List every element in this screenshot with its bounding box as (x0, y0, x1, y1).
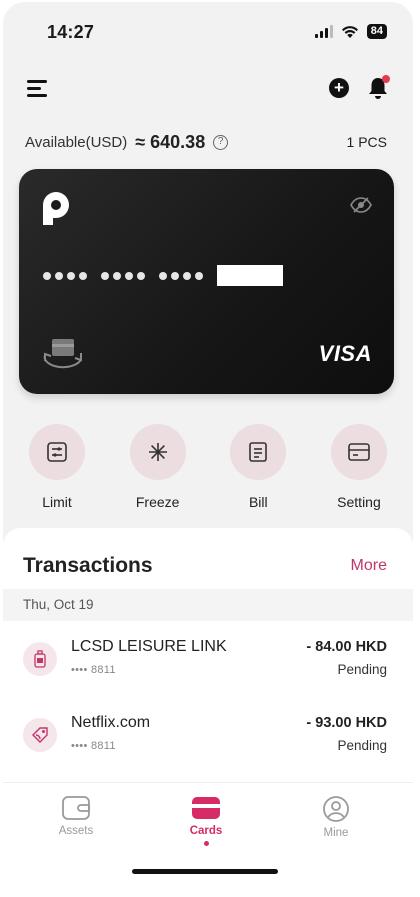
available-balance: Available(USD) ≈ 640.38 ? (25, 132, 229, 153)
home-indicator[interactable] (132, 869, 278, 874)
status-time: 14:27 (47, 22, 95, 42)
transaction-row[interactable]: Netflix.com •••• 8811 - 93.00 HKD Pendin… (3, 698, 413, 768)
action-label: Setting (337, 494, 381, 510)
header-actions: + (329, 75, 390, 100)
transaction-card: •••• 8811 (71, 740, 116, 752)
document-icon (249, 442, 268, 462)
brand-logo-icon (43, 192, 69, 225)
wifi-icon (341, 25, 358, 38)
eye-off-icon[interactable] (350, 197, 372, 213)
bell-icon[interactable] (367, 75, 390, 100)
battery-icon: 84 (366, 24, 387, 39)
card-number-masked (43, 265, 283, 286)
plus-circle-icon[interactable]: + (329, 78, 349, 98)
card-actions: Limit Freeze Bill Setting (3, 424, 413, 510)
action-freeze[interactable]: Freeze (108, 424, 208, 510)
transaction-status: Pending (337, 738, 387, 753)
nav-cards[interactable]: Cards (156, 795, 256, 846)
available-amount: ≈ 640.38 (135, 132, 206, 152)
help-icon[interactable]: ? (213, 135, 229, 150)
status-bar: 14:27 84 (3, 2, 413, 60)
signal-icon (314, 25, 333, 38)
card-brand: VISA (318, 341, 372, 366)
action-label: Limit (42, 494, 72, 510)
transaction-row[interactable]: LCSD LEISURE LINK •••• 8811 - 84.00 HKD … (3, 622, 413, 692)
bottle-icon (34, 650, 46, 668)
status-icons: 84 (314, 24, 387, 39)
user-icon (323, 796, 349, 822)
virtual-card[interactable]: VISA (19, 169, 394, 394)
card-icon (192, 797, 220, 819)
transaction-amount: - 84.00 HKD (306, 639, 387, 655)
snowflake-icon (148, 443, 167, 461)
notification-dot (382, 75, 390, 83)
action-setting[interactable]: Setting (309, 424, 409, 510)
nav-label: Mine (323, 827, 349, 839)
transaction-merchant: Netflix.com (71, 714, 151, 731)
available-label: Available(USD) (25, 134, 128, 151)
transaction-merchant: LCSD LEISURE LINK (71, 638, 227, 655)
date-header: Thu, Oct 19 (3, 589, 413, 621)
transaction-card: •••• 8811 (71, 664, 116, 676)
transaction-amount: - 93.00 HKD (306, 715, 387, 731)
action-label: Bill (248, 494, 268, 510)
phone-screen: 14:27 84 + Available(USD) ≈ 640.38 ? 1 P… (3, 2, 413, 886)
cards-count[interactable]: 1 PCS (347, 134, 387, 150)
action-bill[interactable]: Bill (208, 424, 308, 510)
nav-label: Assets (58, 825, 94, 837)
transactions-panel: Transactions More Thu, Oct 19 LCSD LEISU… (3, 528, 413, 788)
tag-icon (32, 727, 48, 743)
action-limit[interactable]: Limit (7, 424, 107, 510)
hamburger-icon[interactable] (27, 78, 49, 98)
card-swap-icon[interactable] (41, 337, 85, 371)
action-label: Freeze (135, 494, 180, 510)
active-indicator (203, 841, 209, 846)
nav-label: Cards (189, 825, 223, 837)
more-link[interactable]: More (351, 557, 387, 575)
wallet-icon (62, 796, 90, 820)
nav-mine[interactable]: Mine (286, 795, 386, 839)
card-icon (348, 443, 370, 461)
sliders-icon (47, 442, 67, 462)
transaction-status: Pending (337, 662, 387, 677)
nav-assets[interactable]: Assets (26, 795, 126, 837)
transactions-title: Transactions (23, 554, 153, 577)
card-number-redacted (217, 265, 283, 286)
